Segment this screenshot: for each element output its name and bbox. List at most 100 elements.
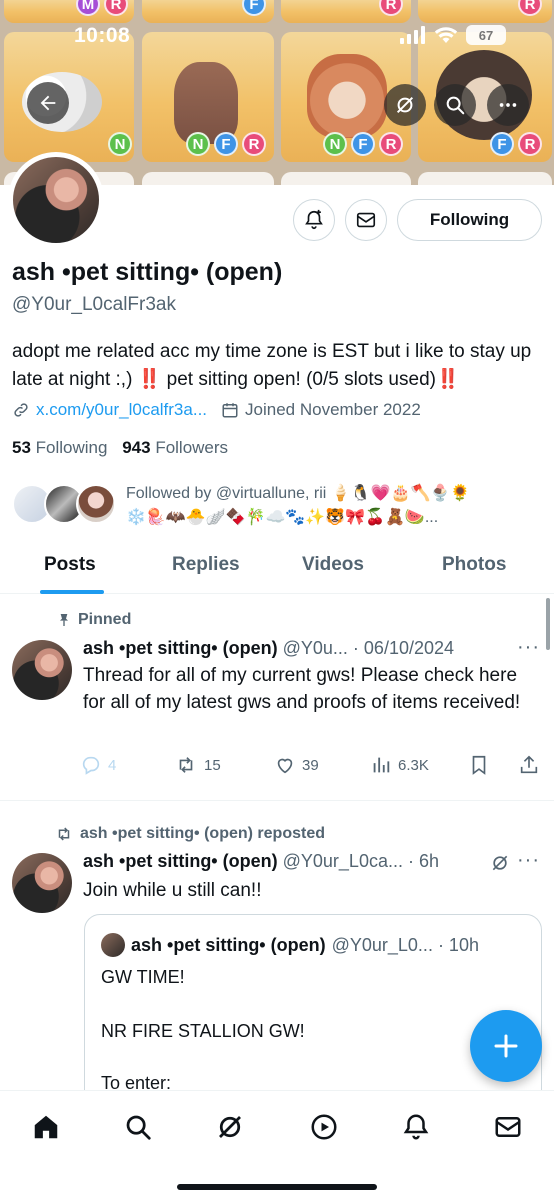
share-icon [520,755,538,774]
nav-notifications[interactable] [398,1109,434,1145]
search-icon [126,1115,151,1140]
nav-home[interactable] [28,1109,64,1145]
bookmark-icon [472,755,486,775]
quoted-text-line: NR FIRE STALLION GW! [101,1021,305,1041]
profile-join-date: Joined November 2022 [245,400,421,419]
flyable-badge: F [242,0,266,16]
more-options-button[interactable] [487,84,529,126]
banner-tile: M R [4,0,134,23]
following-label: Following [35,438,108,457]
heart-icon [277,758,293,774]
like-count: 39 [302,756,319,774]
post-handle-date: @Y0u... · 06/10/2024 [282,638,455,658]
followed-by-line-1: Followed by @virtuallune, rii 🍦🐧💗🎂🪓🍨🌻 [126,485,471,502]
banner-tile: N F R [142,32,274,162]
nav-grok[interactable] [212,1109,248,1145]
grok-icon [219,1116,241,1138]
profile-avatar[interactable] [8,152,104,248]
grok-icon [396,96,414,114]
pinned-post[interactable]: Pinned ash •pet sitting• (open) @Y0u... … [0,598,554,800]
banner-tile [418,172,552,185]
quoted-author-name: ash •pet sitting• (open) [131,934,326,955]
play-circle-icon [311,1114,337,1140]
nav-video[interactable] [306,1109,342,1145]
profile-handle: @Y0ur_L0calFr3ak [12,294,176,315]
search-icon [446,96,465,115]
repost-context: ash •pet sitting• (open) reposted [54,825,325,843]
post-handle-date: @Y0ur_L0ca... · 6h [282,851,439,871]
grok-button[interactable] [384,84,426,126]
signal-icon [400,26,425,44]
home-indicator[interactable] [177,1184,377,1190]
banner-tile [281,172,411,185]
following-button[interactable]: Following [397,199,542,241]
banner-tile: N [4,32,134,162]
tab-posts[interactable]: Posts [44,554,96,576]
follower-avatar [76,484,116,524]
post-author-avatar[interactable] [12,640,72,700]
like-button[interactable]: 39 [274,754,319,776]
repost-context-label[interactable]: ash •pet sitting• (open) reposted [80,825,325,843]
views-chart-icon [373,757,390,773]
followed-by-text: Followed by @virtuallune, rii 🍦🐧💗🎂🪓🍨🌻 ❄️… [126,482,546,530]
quoted-post[interactable]: ash •pet sitting• (open) @Y0ur_L0... · 1… [84,914,542,1114]
status-icons: 67 [400,25,506,45]
post-author-avatar[interactable] [12,853,72,913]
following-count-link[interactable]: 53 Following [12,438,107,457]
following-count: 53 [12,438,31,457]
followers-count: 943 [122,438,151,457]
more-dots-icon [499,103,517,107]
nav-search[interactable] [120,1109,156,1145]
post-text: Thread for all of my current gws! Please… [83,665,521,713]
tab-photos[interactable]: Photos [442,554,506,576]
quoted-handle-date: @Y0ur_L0... · 10h [331,934,479,955]
envelope-icon [495,1117,521,1137]
repost-button[interactable]: 15 [174,754,221,776]
post-text: Join while u still can!! [83,880,262,901]
share-button[interactable] [518,754,540,776]
home-icon [34,1115,58,1139]
plus-icon [494,1034,518,1058]
pinned-context: Pinned [56,611,131,629]
tab-replies[interactable]: Replies [172,554,240,576]
profile-website-link[interactable]: x.com/y0ur_l0calfr3a... [36,400,207,420]
followers-count-link[interactable]: 943 Followers [122,438,228,457]
reply-button[interactable]: 4 [80,754,116,776]
grok-icon[interactable] [490,853,510,873]
reply-icon [82,756,100,775]
post-author-name[interactable]: ash •pet sitting• (open) [83,638,278,658]
bookmark-button[interactable] [468,754,490,776]
views-button[interactable]: 6.3K [370,754,429,776]
notifications-button[interactable] [293,199,335,241]
wifi-icon [434,27,458,43]
views-count: 6.3K [398,756,429,774]
neon-badge: N [323,132,347,156]
banner-tile: R [281,0,411,23]
profile-meta: x.com/y0ur_l0calfr3a... Joined November … [12,400,421,420]
banner-tile: F [142,0,274,23]
message-button[interactable] [345,199,387,241]
neon-badge: N [108,132,132,156]
pin-icon [60,614,68,626]
back-button[interactable] [27,82,69,124]
banner-tile: R [418,0,552,23]
followed-by-line-2: ❄️🪼🦇🐣🪽🍫🎋☁️🐾✨🐯🎀🍒🧸🍉... [126,509,439,526]
repost-count: 15 [204,756,221,774]
flyable-badge: F [214,132,238,156]
search-button[interactable] [434,84,476,126]
status-time: 10:08 [74,24,131,47]
post-actions: 4 15 39 6.3K [80,754,542,778]
followers-label: Followers [155,438,229,457]
post-more-button[interactable]: ··· [517,636,540,659]
compose-post-button[interactable] [470,1010,542,1082]
followed-by-row[interactable]: Followed by @virtuallune, rii 🍦🐧💗🎂🪓🍨🌻 ❄️… [12,480,552,536]
reply-count: 4 [108,756,117,774]
profile-display-name: ash •pet sitting• (open) [12,258,283,286]
link-icon [14,403,28,417]
back-arrow-icon [40,95,56,111]
nav-messages[interactable] [490,1109,526,1145]
post-author-name[interactable]: ash •pet sitting• (open) [83,851,278,871]
tab-videos[interactable]: Videos [302,554,364,576]
post-more-button[interactable]: ··· [517,849,540,872]
profile-tabs: Posts Replies Videos Photos [0,546,554,594]
